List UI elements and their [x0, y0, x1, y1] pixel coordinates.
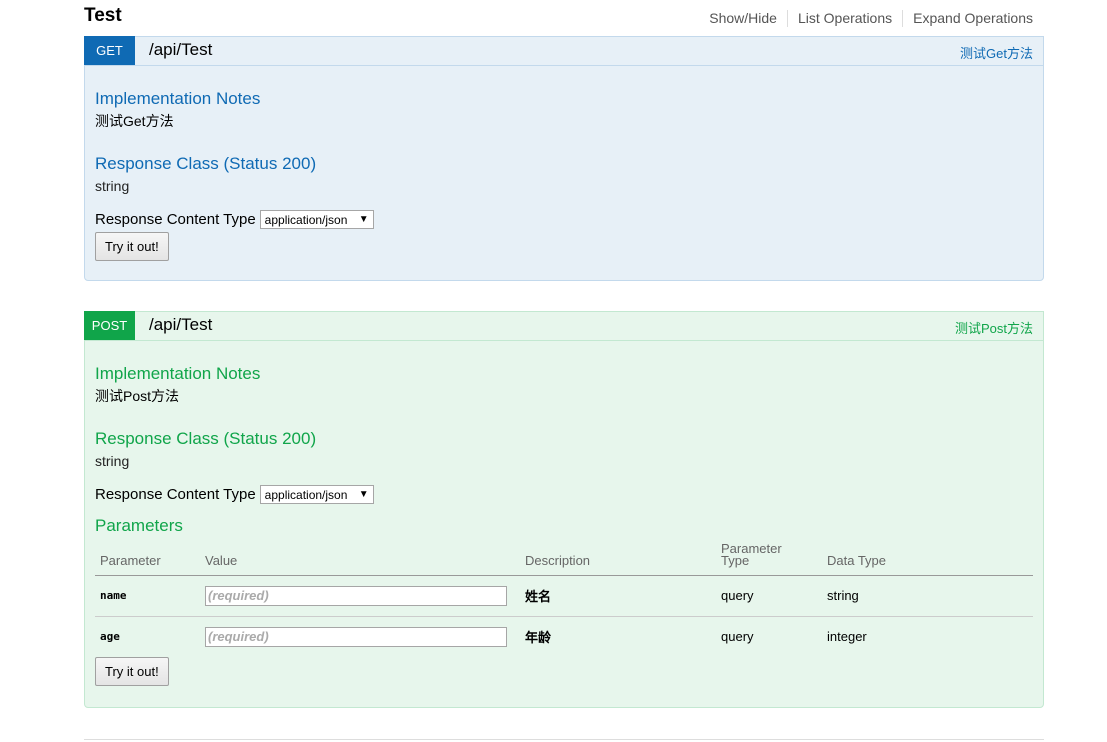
param-data-type: string [827, 588, 859, 603]
response-class-title: Response Class (Status 200) [95, 429, 317, 448]
get-operation-content: Implementation Notes 测试Get方法 Response Cl… [85, 89, 1043, 271]
endpoint-path[interactable]: /api/Test [149, 315, 212, 335]
parameters-table: Parameter Value Description Parameter Ty… [95, 540, 1033, 657]
response-class-value: string [95, 453, 130, 469]
response-content-type-label: Response Content Type [95, 211, 256, 228]
column-header-data-type: Data Type [822, 540, 1033, 576]
column-header-parameter: Parameter [95, 540, 200, 576]
http-method-badge[interactable]: GET [84, 36, 135, 65]
table-row: age (required) 年龄 query integer [95, 615, 1033, 657]
implementation-notes-title: Implementation Notes [95, 364, 261, 383]
response-class-value: string [95, 178, 130, 194]
response-class-title: Response Class (Status 200) [95, 154, 317, 173]
select-value: application/json [264, 487, 348, 502]
response-content-type-select[interactable]: application/json ▼ [259, 485, 374, 504]
parameters-title: Parameters [95, 516, 183, 535]
param-data-type: integer [822, 615, 1033, 657]
endpoint-path[interactable]: /api/Test [149, 40, 212, 60]
implementation-notes-text: 测试Get方法 [95, 113, 174, 129]
caret-down-icon: ▼ [358, 214, 369, 225]
expand-operations-link[interactable]: Expand Operations [902, 10, 1033, 27]
column-header-description: Description [520, 540, 716, 576]
param-value-input[interactable]: (required) [205, 626, 507, 647]
parameters-header-row: Parameter Value Description Parameter Ty… [95, 540, 1033, 576]
response-content-type-select[interactable]: application/json ▼ [259, 210, 374, 229]
param-type: query [716, 615, 822, 657]
try-it-out-button[interactable]: Try it out! [95, 657, 169, 686]
column-header-parameter-type-line2: Type [721, 552, 750, 568]
show-hide-link[interactable]: Show/Hide [699, 10, 787, 27]
param-value-cell: (required) [200, 615, 520, 657]
param-type: query [721, 588, 754, 603]
param-description: 姓名 [525, 589, 552, 604]
column-header-value: Value [200, 540, 520, 576]
resource-heading: Test Show/Hide List Operations Expand Op… [84, 0, 1044, 36]
get-operation: GET /api/Test 测试Get方法 Implementation Not… [84, 36, 1044, 281]
post-operation-heading[interactable]: POST /api/Test 测试Post方法 [84, 311, 1043, 341]
http-method-badge[interactable]: POST [84, 311, 135, 340]
select-value: application/json [264, 212, 348, 227]
resource-links: Show/Hide List Operations Expand Operati… [699, 10, 1033, 27]
try-it-out-button[interactable]: Try it out! [95, 232, 169, 261]
param-description: 年龄 [520, 615, 716, 657]
operation-summary[interactable]: 测试Post方法 [955, 318, 1033, 337]
param-value-input[interactable]: (required) [205, 585, 507, 606]
api-resource: Test Show/Hide List Operations Expand Op… [84, 0, 1044, 738]
post-operation: POST /api/Test 测试Post方法 Implementation N… [84, 311, 1044, 708]
divider [84, 739, 1044, 740]
implementation-notes-title: Implementation Notes [95, 89, 261, 108]
param-name: name [100, 589, 127, 602]
param-value-cell: (required) [200, 575, 520, 616]
column-header-parameter-type: Parameter Type [716, 540, 822, 576]
implementation-notes-text: 测试Post方法 [95, 388, 180, 404]
param-name: age [95, 615, 200, 657]
response-content-type-label: Response Content Type [95, 486, 256, 503]
response-content-type: Response Content Type application/json ▼ [95, 210, 1033, 229]
operation-summary[interactable]: 测试Get方法 [960, 43, 1033, 62]
list-operations-link[interactable]: List Operations [786, 10, 902, 27]
post-operation-content: Implementation Notes 测试Post方法 Response C… [85, 364, 1043, 696]
resource-title[interactable]: Test [84, 5, 122, 27]
get-operation-heading[interactable]: GET /api/Test 测试Get方法 [84, 36, 1043, 66]
table-row: name (required) 姓名 query string [95, 575, 1033, 616]
response-content-type: Response Content Type application/json ▼ [95, 485, 1033, 504]
caret-down-icon: ▼ [358, 489, 369, 500]
